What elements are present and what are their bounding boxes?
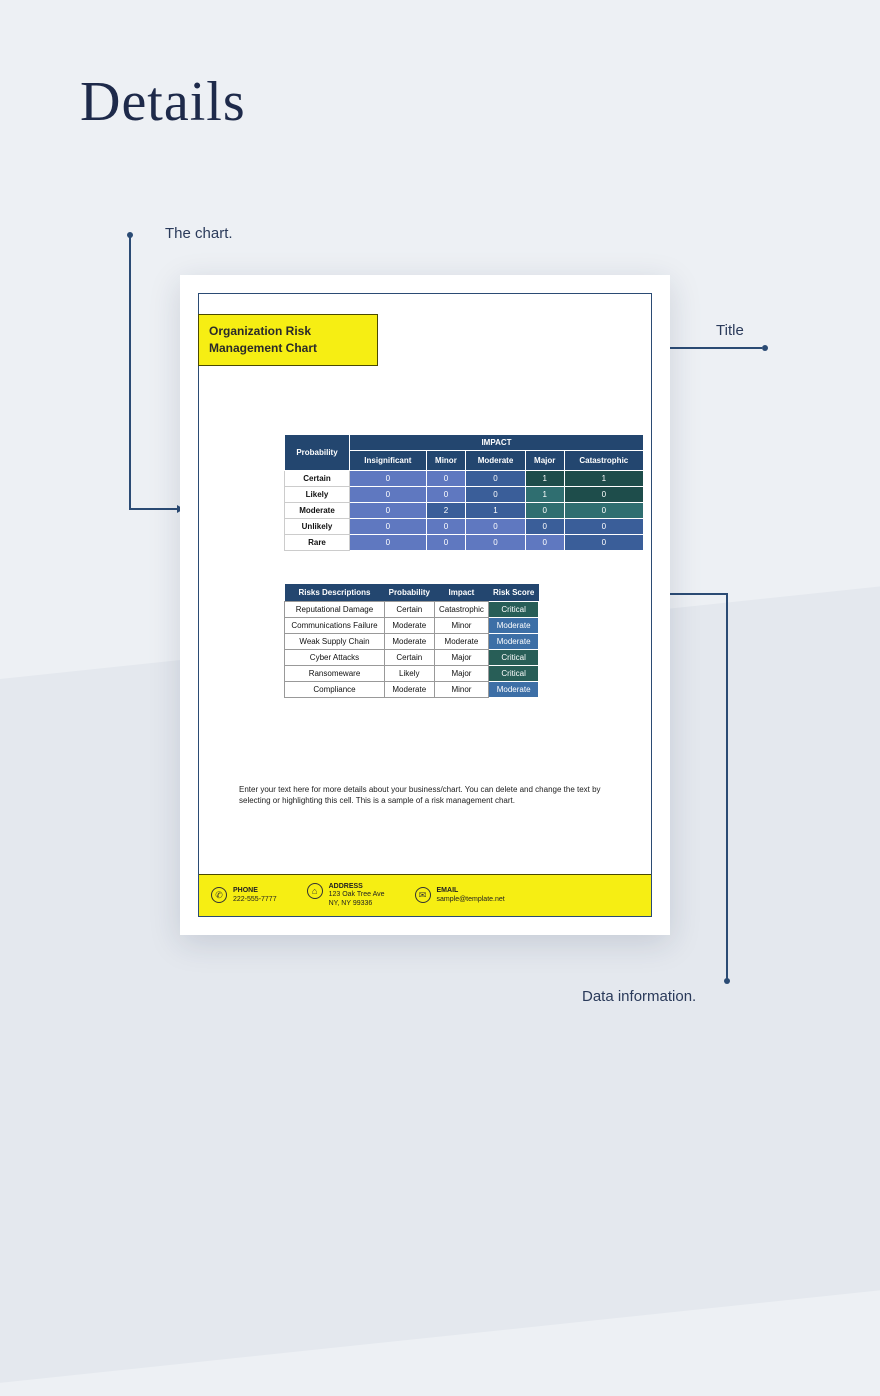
risks-cell: Cyber Attacks (285, 650, 385, 666)
matrix-col-header: Major (525, 451, 564, 471)
matrix-row-label: Rare (285, 535, 350, 551)
matrix-cell: 0 (466, 519, 526, 535)
risks-cell: Minor (434, 618, 489, 634)
matrix-row-label: Unlikely (285, 519, 350, 535)
matrix-row-label: Moderate (285, 503, 350, 519)
matrix-cell: 1 (466, 503, 526, 519)
footer-address-line2: NY, NY 99336 (329, 900, 373, 907)
risk-score: Critical (489, 602, 539, 618)
annotation-data-label: Data information. (582, 988, 696, 1005)
matrix-cell: 0 (350, 487, 427, 503)
matrix-cell: 0 (426, 487, 465, 503)
risks-cell: Likely (384, 666, 434, 682)
risks-cell: Moderate (384, 618, 434, 634)
probability-impact-matrix: Probability IMPACT InsignificantMinorMod… (284, 434, 644, 551)
risks-cell: Certain (384, 602, 434, 618)
risk-score: Critical (489, 666, 539, 682)
risks-cell: Major (434, 650, 489, 666)
risks-cell: Communications Failure (285, 618, 385, 634)
matrix-cell: 0 (525, 503, 564, 519)
risk-score: Critical (489, 650, 539, 666)
home-icon: ⌂ (307, 883, 323, 899)
document-preview: Organization Risk Management Chart Proba… (180, 275, 670, 935)
risk-score: Moderate (489, 634, 539, 650)
risks-header: Risks Descriptions (285, 584, 385, 602)
document-description: Enter your text here for more details ab… (239, 784, 619, 806)
matrix-cell: 0 (564, 519, 643, 535)
footer-email: ✉ EMAIL sample@template.net (415, 887, 505, 904)
annotation-line (726, 593, 728, 981)
matrix-cell: 0 (564, 503, 643, 519)
footer-email-value: sample@template.net (437, 896, 505, 903)
annotation-chart-label: The chart. (165, 225, 233, 242)
matrix-cell: 0 (466, 535, 526, 551)
matrix-cell: 2 (426, 503, 465, 519)
phone-icon: ✆ (211, 887, 227, 903)
matrix-cell: 0 (350, 503, 427, 519)
matrix-row-label: Certain (285, 471, 350, 487)
matrix-col-header: Moderate (466, 451, 526, 471)
page-heading: Details (80, 70, 246, 134)
risks-cell: Moderate (434, 634, 489, 650)
footer-address: ⌂ ADDRESS 123 Oak Tree Ave NY, NY 99336 (307, 883, 385, 908)
mail-icon: ✉ (415, 887, 431, 903)
annotation-line (129, 508, 177, 510)
risk-score: Moderate (489, 618, 539, 634)
footer-email-label: EMAIL (437, 887, 505, 895)
matrix-cell: 0 (426, 471, 465, 487)
matrix-cell: 1 (525, 487, 564, 503)
risks-header: Probability (384, 584, 434, 602)
footer-address-label: ADDRESS (329, 883, 385, 891)
risks-cell: Major (434, 666, 489, 682)
matrix-cell: 0 (350, 535, 427, 551)
risks-cell: Reputational Damage (285, 602, 385, 618)
document-title: Organization Risk Management Chart (198, 314, 378, 366)
matrix-cell: 1 (525, 471, 564, 487)
document-inner: Organization Risk Management Chart Proba… (198, 293, 652, 917)
matrix-cell: 0 (525, 535, 564, 551)
matrix-col-header: Minor (426, 451, 465, 471)
matrix-cell: 0 (564, 487, 643, 503)
footer-phone-value: 222-555-7777 (233, 896, 277, 903)
matrix-cell: 0 (426, 519, 465, 535)
risks-cell: Ransomeware (285, 666, 385, 682)
risks-cell: Certain (384, 650, 434, 666)
risks-header: Impact (434, 584, 489, 602)
annotation-line (129, 235, 131, 510)
matrix-cell: 0 (466, 487, 526, 503)
risks-cell: Minor (434, 682, 489, 698)
matrix-col-superheader: IMPACT (350, 435, 644, 451)
matrix-cell: 0 (564, 535, 643, 551)
matrix-cell: 0 (466, 471, 526, 487)
matrix-cell: 1 (564, 471, 643, 487)
risks-cell: Moderate (384, 682, 434, 698)
footer-phone-label: PHONE (233, 887, 277, 895)
footer-phone: ✆ PHONE 222-555-7777 (211, 887, 277, 904)
risk-score: Moderate (489, 682, 539, 698)
matrix-col-header: Insignificant (350, 451, 427, 471)
risks-cell: Weak Supply Chain (285, 634, 385, 650)
footer-address-line1: 123 Oak Tree Ave (329, 891, 385, 898)
matrix-row-label: Likely (285, 487, 350, 503)
risks-header: Risk Score (489, 584, 539, 602)
matrix-cell: 0 (350, 471, 427, 487)
risks-cell: Catastrophic (434, 602, 489, 618)
annotation-title-label: Title (716, 322, 744, 339)
risks-cell: Moderate (384, 634, 434, 650)
annotation-dot (762, 345, 768, 351)
matrix-row-header: Probability (285, 435, 350, 471)
matrix-col-header: Catastrophic (564, 451, 643, 471)
document-footer: ✆ PHONE 222-555-7777 ⌂ ADDRESS 123 Oak T… (199, 874, 651, 916)
matrix-cell: 0 (525, 519, 564, 535)
risks-cell: Compliance (285, 682, 385, 698)
matrix-cell: 0 (350, 519, 427, 535)
matrix-cell: 0 (426, 535, 465, 551)
risks-table: Risks DescriptionsProbabilityImpactRisk … (284, 584, 539, 698)
